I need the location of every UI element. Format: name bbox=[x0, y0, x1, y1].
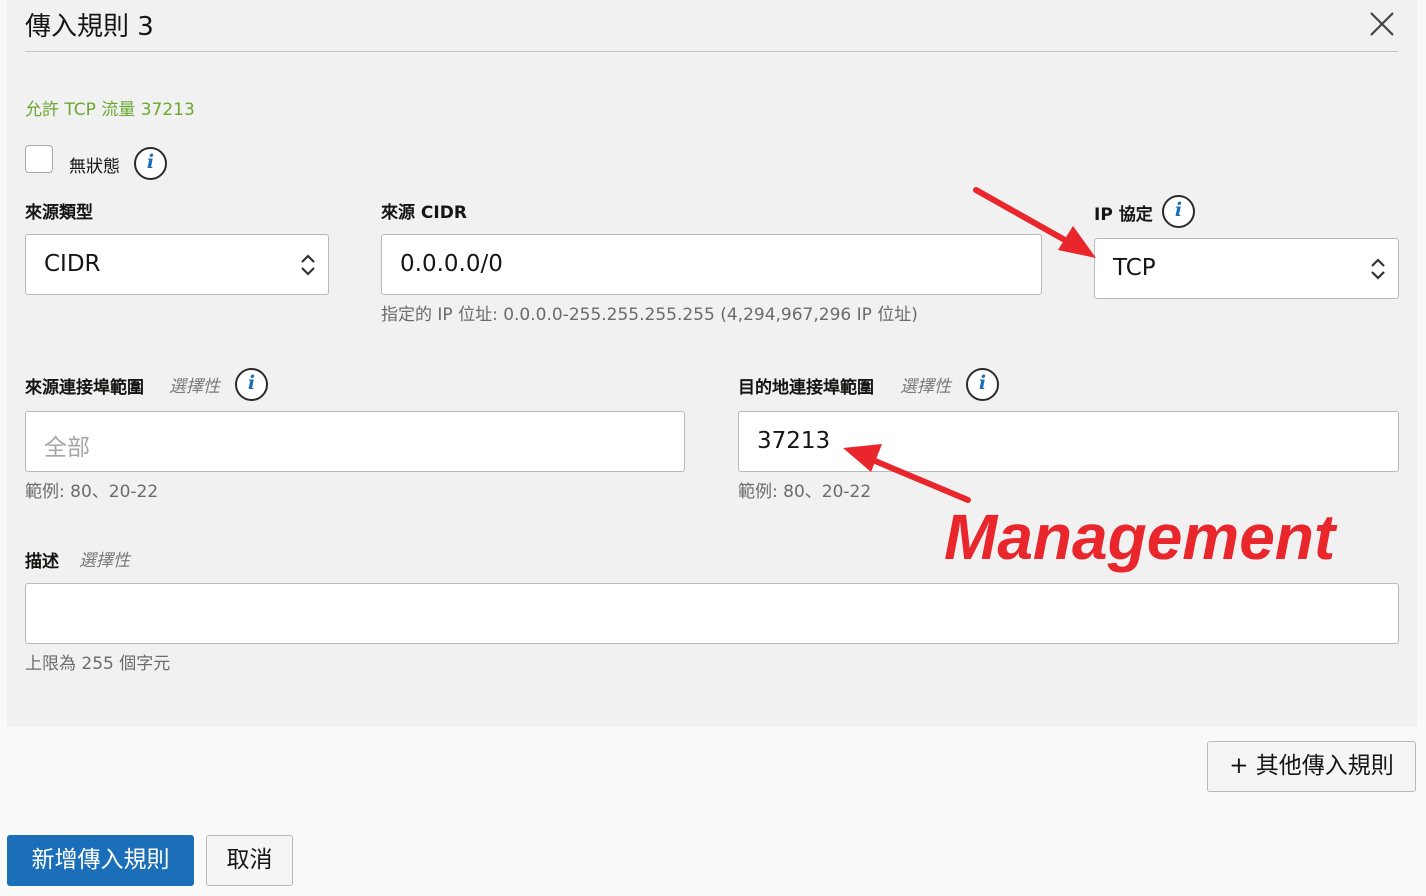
source-type-select[interactable]: CIDR bbox=[25, 234, 329, 295]
stateless-info-icon[interactable]: i bbox=[134, 147, 167, 180]
source-port-info-icon[interactable]: i bbox=[235, 368, 268, 401]
dest-port-info-icon[interactable]: i bbox=[966, 368, 999, 401]
add-ingress-rule-button[interactable]: 新增傳入規則 bbox=[7, 835, 194, 886]
description-label: 描述 bbox=[25, 552, 59, 572]
dest-port-optional: 選擇性 bbox=[900, 377, 951, 397]
dest-port-input[interactable]: 37213 bbox=[738, 411, 1399, 472]
rule-summary: 允許 TCP 流量 37213 bbox=[25, 100, 195, 120]
description-input[interactable] bbox=[25, 583, 1399, 644]
source-cidr-label: 來源 CIDR bbox=[381, 203, 467, 223]
description-hint: 上限為 255 個字元 bbox=[25, 654, 171, 674]
title-divider bbox=[25, 51, 1398, 52]
add-another-rule-button[interactable]: + 其他傳入規則 bbox=[1207, 741, 1416, 792]
ip-protocol-info-icon[interactable]: i bbox=[1162, 195, 1195, 228]
select-chevron-icon bbox=[1371, 258, 1385, 280]
source-cidr-input[interactable]: 0.0.0.0/0 bbox=[381, 234, 1042, 295]
source-cidr-hint: 指定的 IP 位址: 0.0.0.0-255.255.255.255 (4,29… bbox=[381, 305, 918, 325]
stateless-checkbox[interactable] bbox=[25, 145, 53, 173]
source-port-hint: 範例: 80、20-22 bbox=[25, 482, 159, 502]
ip-protocol-select[interactable]: TCP bbox=[1094, 238, 1399, 299]
dest-port-hint: 範例: 80、20-22 bbox=[738, 482, 872, 502]
source-port-input[interactable]: 全部 bbox=[25, 411, 685, 472]
select-chevron-icon bbox=[301, 254, 315, 276]
annotation-label: Management bbox=[944, 501, 1336, 573]
ip-protocol-label: IP 協定 bbox=[1094, 205, 1153, 225]
dest-port-label: 目的地連接埠範圍 bbox=[738, 378, 874, 398]
stateless-label: 無狀態 bbox=[69, 157, 120, 177]
source-port-optional: 選擇性 bbox=[169, 377, 220, 397]
cancel-button[interactable]: 取消 bbox=[206, 835, 293, 886]
source-type-label: 來源類型 bbox=[25, 203, 93, 223]
dialog-title: 傳入規則 3 bbox=[25, 12, 154, 42]
source-port-label: 來源連接埠範圍 bbox=[25, 378, 144, 398]
close-icon[interactable] bbox=[1366, 8, 1398, 40]
description-optional: 選擇性 bbox=[79, 551, 130, 571]
